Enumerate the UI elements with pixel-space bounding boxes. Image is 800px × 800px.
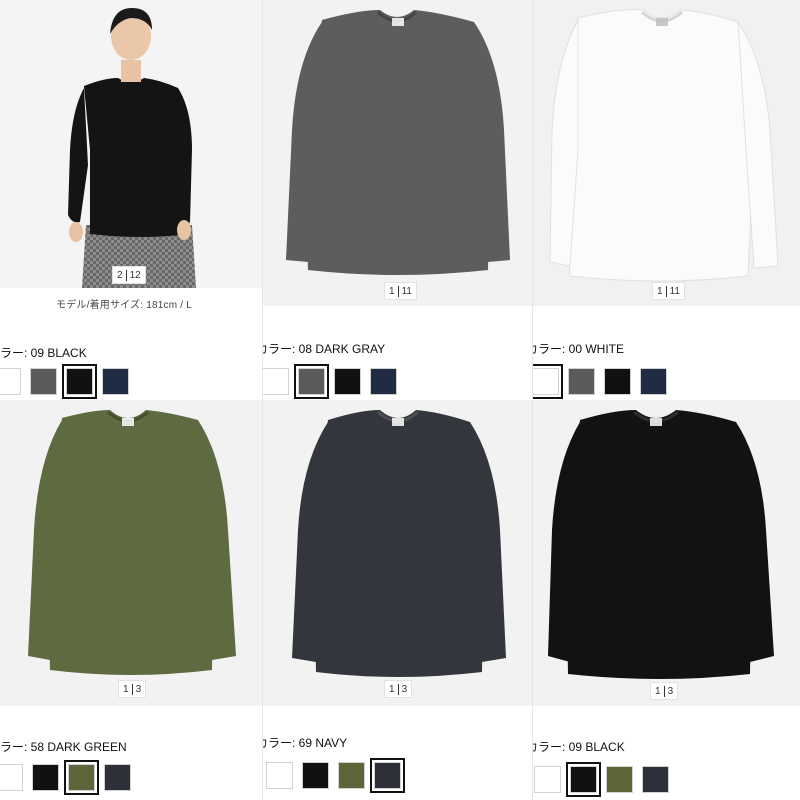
color-swatch-white[interactable]: [266, 762, 293, 789]
pager-current: 1: [389, 683, 395, 695]
shirt-shape: [48, 410, 214, 675]
color-swatch-white[interactable]: [0, 764, 23, 791]
image-pager: 1 3: [650, 682, 679, 700]
color-label: カラー: 09 BLACK: [0, 346, 87, 360]
shirt-shape: [563, 9, 755, 282]
pager-divider: [663, 685, 665, 697]
image-pager: 1 3: [384, 680, 413, 698]
color-swatch-black[interactable]: [302, 762, 329, 789]
product-image[interactable]: 1 3: [262, 400, 532, 706]
grid-divider: [532, 0, 533, 800]
color-swatch-black[interactable]: [62, 364, 97, 399]
color-label: カラー: 00 WHITE: [532, 342, 625, 356]
product-panel-dark-gray: 1 11 カラー: 08 DARK GRAY: [262, 0, 532, 400]
image-pager: 2 12: [112, 266, 146, 284]
color-label: カラー: 69 NAVY: [262, 736, 348, 750]
color-swatch-white[interactable]: [534, 766, 561, 793]
pager-current: 2: [117, 269, 123, 281]
pager-divider: [397, 683, 399, 695]
color-swatch-navy[interactable]: [102, 368, 129, 395]
model-size-note: モデル/着用サイズ: 181cm / L: [56, 300, 192, 311]
pager-current: 1: [389, 285, 395, 297]
pager-current: 1: [123, 683, 129, 695]
color-swatch-white[interactable]: [532, 364, 563, 399]
color-swatch-black[interactable]: [32, 764, 59, 791]
shirt-shape: [314, 410, 484, 677]
image-pager: 1 11: [652, 282, 685, 300]
color-swatches: [532, 364, 667, 399]
product-image-model[interactable]: 2 12: [0, 0, 262, 288]
product-image[interactable]: 1 3: [532, 400, 800, 706]
color-label: カラー: 58 DARK GREEN: [0, 740, 127, 754]
pager-divider: [125, 269, 127, 281]
pager-current: 1: [657, 285, 663, 297]
pager-total: 3: [135, 683, 142, 695]
pager-divider: [131, 683, 133, 695]
product-panel-dark-green: 1 3 カラー: 58 DARK GREEN: [0, 400, 262, 800]
product-panel-navy: 1 3 カラー: 69 NAVY: [262, 400, 532, 800]
color-swatches: [534, 762, 669, 797]
product-panel-black: 1 3 カラー: 09 BLACK: [532, 400, 800, 800]
color-swatch-navy[interactable]: [370, 758, 405, 793]
color-swatch-black[interactable]: [566, 762, 601, 797]
color-swatch-black[interactable]: [604, 368, 631, 395]
grid-divider: [262, 0, 263, 800]
image-pager: 1 11: [384, 282, 417, 300]
color-swatch-dark-gray[interactable]: [30, 368, 57, 395]
color-swatches: [266, 758, 405, 793]
pager-total: 3: [667, 685, 674, 697]
pager-divider: [665, 285, 667, 297]
color-swatch-black[interactable]: [334, 368, 361, 395]
color-swatches: [0, 364, 129, 399]
product-image[interactable]: 1 11: [532, 0, 800, 306]
color-swatch-dark-gray[interactable]: [294, 364, 329, 399]
pager-total: 12: [129, 269, 141, 281]
color-swatch-dark-green[interactable]: [338, 762, 365, 789]
color-swatch-dark-gray[interactable]: [568, 368, 595, 395]
product-panel-black-model: 2 12 モデル/着用サイズ: 181cm / L カラー: 09 BLACK: [0, 0, 262, 400]
image-pager: 1 3: [118, 680, 147, 698]
color-swatch-navy[interactable]: [642, 766, 669, 793]
model-photo: [0, 0, 262, 288]
pager-divider: [397, 285, 399, 297]
pager-total: 3: [401, 683, 408, 695]
color-swatch-white[interactable]: [0, 368, 21, 395]
color-swatch-navy[interactable]: [640, 368, 667, 395]
color-swatch-dark-green[interactable]: [64, 760, 99, 795]
shirt-shape: [84, 78, 190, 237]
pager-total: 11: [669, 285, 680, 297]
color-swatch-navy[interactable]: [370, 368, 397, 395]
color-label: カラー: 09 BLACK: [532, 740, 625, 754]
color-swatches: [262, 364, 397, 399]
product-panel-white: 1 11 カラー: 00 WHITE: [532, 0, 800, 400]
color-swatch-navy[interactable]: [104, 764, 131, 791]
pager-total: 11: [401, 285, 412, 297]
shirt-shape: [304, 10, 490, 275]
color-label: カラー: 08 DARK GRAY: [262, 342, 386, 356]
product-image[interactable]: 1 3: [0, 400, 262, 706]
shirt-shape: [566, 410, 752, 679]
pager-current: 1: [655, 685, 661, 697]
product-image[interactable]: 1 11: [262, 0, 532, 306]
color-swatches: [0, 760, 131, 795]
color-swatch-dark-green[interactable]: [606, 766, 633, 793]
color-swatch-white[interactable]: [262, 368, 289, 395]
